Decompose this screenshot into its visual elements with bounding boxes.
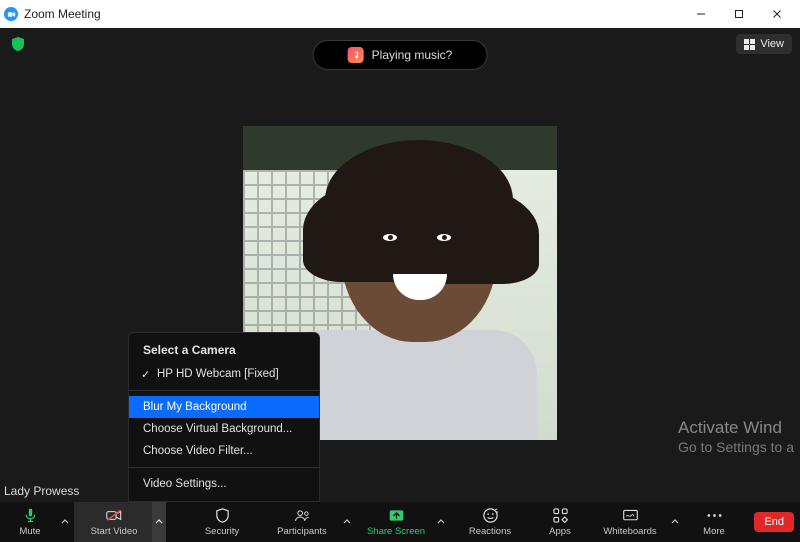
music-note-icon [348,47,364,63]
microphone-icon [22,507,39,524]
meeting-stage: View Playing music? Lady Prowess Select … [0,28,800,502]
video-options-caret[interactable] [152,502,166,542]
minimize-button[interactable] [682,0,720,28]
apps-button[interactable]: Apps [530,502,590,542]
share-screen-button[interactable]: Share Screen [356,502,436,542]
meeting-toolbar: Mute Start Video Security Participants [0,502,800,542]
shield-icon [214,507,231,524]
title-bar: Zoom Meeting [0,0,800,28]
participants-options-caret[interactable] [340,502,354,542]
camera-option-item[interactable]: HP HD Webcam [Fixed] [129,363,319,385]
choose-virtual-background-item[interactable]: Choose Virtual Background... [129,418,319,440]
participants-label: Participants [277,526,327,537]
menu-separator [129,390,319,391]
end-meeting-button[interactable]: End [754,512,794,532]
share-options-caret[interactable] [434,502,448,542]
window-title: Zoom Meeting [24,7,682,21]
playing-music-label: Playing music? [372,48,453,62]
share-screen-label: Share Screen [367,526,425,537]
apps-label: Apps [549,526,571,537]
camera-off-icon [106,507,123,524]
whiteboards-label: Whiteboards [603,526,656,537]
encryption-shield-icon[interactable] [10,36,26,52]
video-options-menu: Select a Camera HP HD Webcam [Fixed] Blu… [128,332,320,502]
mute-label: Mute [19,526,40,537]
share-screen-icon [388,507,405,524]
security-button[interactable]: Security [182,502,262,542]
participants-button[interactable]: Participants [262,502,342,542]
smiley-icon [482,507,499,524]
blur-background-item[interactable]: Blur My Background [129,396,319,418]
video-settings-item[interactable]: Video Settings... [129,473,319,495]
zoom-logo-icon [4,7,18,21]
apps-icon [552,507,569,524]
menu-separator [129,467,319,468]
mute-button[interactable]: Mute [0,502,60,542]
windows-activation-watermark: Activate Wind Go to Settings to a [678,417,794,456]
more-button[interactable]: More [684,502,744,542]
whiteboards-options-caret[interactable] [668,502,682,542]
start-video-label: Start Video [91,526,138,537]
window-controls [682,0,796,28]
participant-name-label: Lady Prowess [4,484,79,498]
more-dots-icon [706,507,723,524]
more-label: More [703,526,725,537]
reactions-label: Reactions [469,526,511,537]
participants-icon [294,507,311,524]
choose-video-filter-item[interactable]: Choose Video Filter... [129,440,319,462]
grid-icon [744,39,755,50]
whiteboards-button[interactable]: Whiteboards [590,502,670,542]
end-label: End [764,516,784,528]
view-button[interactable]: View [736,34,792,54]
playing-music-pill[interactable]: Playing music? [313,40,488,70]
view-label: View [760,38,784,50]
maximize-button[interactable] [720,0,758,28]
whiteboard-icon [622,507,639,524]
video-menu-header: Select a Camera [129,341,319,363]
reactions-button[interactable]: Reactions [450,502,530,542]
security-label: Security [205,526,239,537]
start-video-button[interactable]: Start Video [74,502,154,542]
close-button[interactable] [758,0,796,28]
audio-options-caret[interactable] [58,502,72,542]
